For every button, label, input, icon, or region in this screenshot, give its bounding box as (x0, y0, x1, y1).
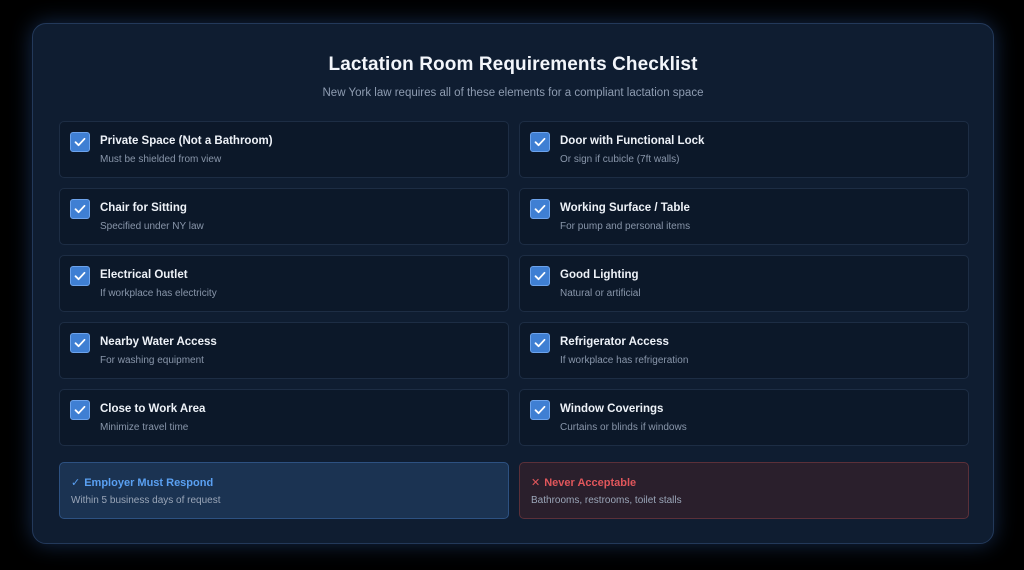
checklist-item-title: Close to Work Area (100, 403, 206, 415)
checklist-item-title: Private Space (Not a Bathroom) (100, 135, 273, 147)
checklist-item-working-surface: Working Surface / Table For pump and per… (519, 188, 969, 245)
checkbox-checked-icon[interactable] (70, 333, 90, 353)
note-heading: ✕ Never Acceptable (531, 476, 636, 489)
note-desc: Bathrooms, restrooms, toilet stalls (531, 495, 682, 506)
checklist-item-refrigerator: Refrigerator Access If workplace has ref… (519, 322, 969, 379)
checklist-item-desc: Or sign if cubicle (7ft walls) (560, 154, 680, 165)
checklist-item-desc: For washing equipment (100, 355, 204, 366)
checkbox-checked-icon[interactable] (530, 199, 550, 219)
checklist-item-door-lock: Door with Functional Lock Or sign if cub… (519, 121, 969, 178)
checklist-card: Lactation Room Requirements Checklist Ne… (32, 23, 994, 544)
checklist-item-title: Electrical Outlet (100, 269, 188, 281)
notes-row: ✓ Employer Must Respond Within 5 business… (59, 462, 969, 519)
checklist-item-desc: Minimize travel time (100, 422, 189, 433)
checkbox-checked-icon[interactable] (530, 132, 550, 152)
checkbox-checked-icon[interactable] (70, 132, 90, 152)
checklist-item-title: Nearby Water Access (100, 336, 217, 348)
checkbox-checked-icon[interactable] (70, 199, 90, 219)
note-desc: Within 5 business days of request (71, 495, 221, 506)
checkbox-checked-icon[interactable] (70, 266, 90, 286)
cross-mark-icon: ✕ (531, 477, 541, 489)
page-title: Lactation Room Requirements Checklist (328, 54, 698, 75)
note-heading: ✓ Employer Must Respond (71, 476, 213, 489)
checkbox-checked-icon[interactable] (530, 333, 550, 353)
checklist-item-window-coverings: Window Coverings Curtains or blinds if w… (519, 389, 969, 446)
checklist-grid: Private Space (Not a Bathroom) Must be s… (59, 121, 969, 446)
checklist-item-electrical-outlet: Electrical Outlet If workplace has elect… (59, 255, 509, 312)
checklist-item-desc: Must be shielded from view (100, 154, 222, 165)
checklist-item-desc: Curtains or blinds if windows (560, 422, 687, 433)
checklist-item-title: Chair for Sitting (100, 202, 187, 214)
checkbox-checked-icon[interactable] (530, 400, 550, 420)
checklist-item-title: Door with Functional Lock (560, 135, 705, 147)
note-title: Employer Must Respond (84, 477, 214, 489)
note-title: Never Acceptable (544, 477, 637, 489)
checklist-item-water-access: Nearby Water Access For washing equipmen… (59, 322, 509, 379)
employer-must-respond-note: ✓ Employer Must Respond Within 5 business… (59, 462, 509, 519)
checklist-item-lighting: Good Lighting Natural or artificial (519, 255, 969, 312)
checklist-item-close-to-work: Close to Work Area Minimize travel time (59, 389, 509, 446)
checklist-item-private-space: Private Space (Not a Bathroom) Must be s… (59, 121, 509, 178)
checklist-item-title: Window Coverings (560, 403, 664, 415)
never-acceptable-note: ✕ Never Acceptable Bathrooms, restrooms, … (519, 462, 969, 519)
checklist-item-desc: If workplace has electricity (100, 288, 217, 299)
checklist-item-title: Refrigerator Access (560, 336, 669, 348)
checklist-item-title: Working Surface / Table (560, 202, 690, 214)
checklist-item-chair: Chair for Sitting Specified under NY law (59, 188, 509, 245)
checklist-item-desc: If workplace has refrigeration (560, 355, 689, 366)
checkbox-checked-icon[interactable] (70, 400, 90, 420)
checklist-item-desc: Specified under NY law (100, 221, 204, 232)
checklist-item-title: Good Lighting (560, 269, 639, 281)
check-mark-icon: ✓ (71, 477, 81, 489)
checklist-item-desc: Natural or artificial (560, 288, 641, 299)
checkbox-checked-icon[interactable] (530, 266, 550, 286)
page-subtitle: New York law requires all of these eleme… (322, 87, 704, 99)
checklist-item-desc: For pump and personal items (560, 221, 691, 232)
